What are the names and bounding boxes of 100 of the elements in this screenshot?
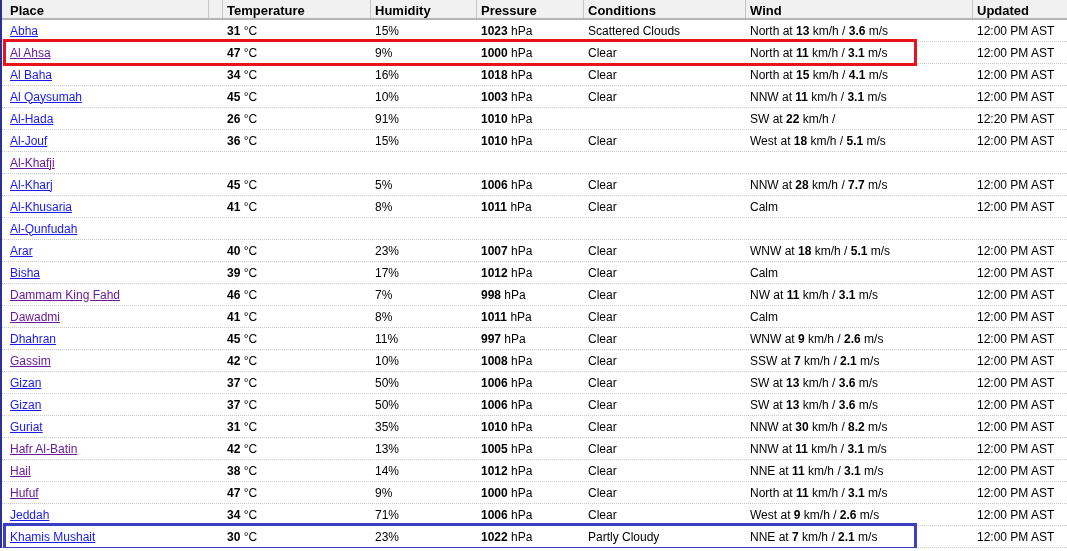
- humidity-cell-text: 8%: [374, 199, 394, 214]
- updated-cell-text: 12:00 PM AST: [976, 485, 1056, 500]
- temperature-cell-text: 26 °C: [226, 111, 259, 126]
- place-link[interactable]: Gassim: [10, 353, 51, 368]
- updated-cell-text: 12:00 PM AST: [976, 89, 1056, 104]
- pressure-cell-text: 1005 hPa: [480, 441, 534, 456]
- place-link[interactable]: Al-Khafji: [10, 155, 55, 170]
- temperature-cell-text: 34 °C: [226, 507, 259, 522]
- wind-cell-text: WNW at 18 km/h / 5.1 m/s: [749, 243, 892, 258]
- temperature-cell-text: 37 °C: [226, 397, 259, 412]
- updated-cell-text: 12:00 PM AST: [976, 177, 1056, 192]
- place-link[interactable]: Bisha: [10, 265, 41, 280]
- humidity-cell-text: 9%: [374, 485, 394, 500]
- place-link[interactable]: Al-Kharj: [10, 177, 53, 192]
- updated-cell-text: 12:00 PM AST: [976, 419, 1056, 434]
- wind-cell-text: Calm: [749, 199, 779, 214]
- humidity-cell-text: 13%: [374, 441, 401, 456]
- place-link[interactable]: Hail: [10, 463, 31, 478]
- updated-cell-text: 12:00 PM AST: [976, 243, 1056, 258]
- updated-cell-text: 12:00 PM AST: [976, 45, 1056, 60]
- column-header: Place: [2, 0, 209, 18]
- temperature-cell-text: 46 °C: [226, 287, 259, 302]
- pressure-cell-text: 997 hPa: [480, 331, 527, 346]
- humidity-cell-text: 10%: [374, 353, 401, 368]
- wind-cell-text: NNW at 28 km/h / 7.7 m/s: [749, 177, 889, 192]
- pressure-cell-text: 1006 hPa: [480, 507, 534, 522]
- conditions-cell-text: Clear: [587, 265, 618, 280]
- temperature-cell-text: 38 °C: [226, 463, 259, 478]
- pressure-cell-text: 1006 hPa: [480, 397, 534, 412]
- humidity-cell-text: 11%: [374, 331, 400, 346]
- wind-cell-text: SW at 13 km/h / 3.6 m/s: [749, 375, 880, 390]
- place-link[interactable]: Khamis Mushait: [10, 529, 96, 544]
- conditions-cell-text: Clear: [587, 309, 618, 324]
- place-link[interactable]: Al-Qunfudah: [10, 221, 78, 236]
- wind-cell-text: SW at 22 km/h /: [749, 111, 837, 126]
- place-link[interactable]: Gizan: [10, 375, 42, 390]
- wind-cell-text: NW at 11 km/h / 3.1 m/s: [749, 287, 880, 302]
- temperature-cell-text: 30 °C: [226, 529, 259, 544]
- pressure-cell-text: 1012 hPa: [480, 463, 534, 478]
- column-header: Humidity: [371, 0, 477, 18]
- place-link[interactable]: Al Qaysumah: [10, 89, 83, 104]
- temperature-cell-text: 42 °C: [226, 353, 259, 368]
- conditions-cell-text: Clear: [587, 67, 618, 82]
- temperature-cell-text: 34 °C: [226, 67, 259, 82]
- place-link[interactable]: Al Baha: [10, 67, 53, 82]
- updated-cell-text: 12:00 PM AST: [976, 67, 1056, 82]
- temperature-cell-text: 39 °C: [226, 265, 259, 280]
- updated-cell-text: 12:00 PM AST: [976, 287, 1056, 302]
- updated-cell-text: 12:00 PM AST: [976, 441, 1056, 456]
- column-header: Wind: [746, 0, 973, 18]
- place-link[interactable]: Guriat: [10, 419, 43, 434]
- wind-cell-text: SW at 13 km/h / 3.6 m/s: [749, 397, 880, 412]
- conditions-cell-text: Clear: [587, 89, 618, 104]
- place-link[interactable]: Al-Jouf: [10, 133, 48, 148]
- updated-cell-text: 12:00 PM AST: [976, 507, 1056, 522]
- temperature-cell-text: 42 °C: [226, 441, 259, 456]
- pressure-cell-text: 1011 hPa: [480, 199, 533, 214]
- conditions-cell-text: Clear: [587, 243, 618, 258]
- temperature-cell-text: 31 °C: [226, 419, 259, 434]
- humidity-cell-text: 23%: [374, 529, 401, 544]
- place-link[interactable]: Dhahran: [10, 331, 57, 346]
- place-link[interactable]: Hufuf: [10, 485, 39, 500]
- humidity-cell-text: 91%: [374, 111, 401, 126]
- wind-cell-text: SSW at 7 km/h / 2.1 m/s: [749, 353, 881, 368]
- humidity-cell-text: 35%: [374, 419, 401, 434]
- temperature-cell-text: 37 °C: [226, 375, 259, 390]
- conditions-cell-text: Scattered Clouds: [587, 23, 682, 38]
- place-link[interactable]: Al-Khusaria: [10, 199, 73, 214]
- temperature-cell-text: 47 °C: [226, 45, 259, 60]
- wind-cell-text: Calm: [749, 309, 779, 324]
- temperature-cell-text: 41 °C: [226, 309, 259, 324]
- place-link[interactable]: Dammam King Fahd: [10, 287, 121, 302]
- updated-cell-text: 12:00 PM AST: [976, 529, 1056, 544]
- updated-cell-text: 12:00 PM AST: [976, 133, 1056, 148]
- updated-cell-text: 12:00 PM AST: [976, 309, 1056, 324]
- temperature-cell-text: 36 °C: [226, 133, 259, 148]
- conditions-cell-text: Clear: [587, 353, 618, 368]
- wind-cell-text: West at 18 km/h / 5.1 m/s: [749, 133, 887, 148]
- place-link[interactable]: Abha: [10, 23, 39, 38]
- humidity-cell-text: 5%: [374, 177, 394, 192]
- humidity-cell-text: 8%: [374, 309, 394, 324]
- place-link[interactable]: Hafr Al-Batin: [10, 441, 78, 456]
- place-link[interactable]: Al-Hada: [10, 111, 54, 126]
- place-link[interactable]: Gizan: [10, 397, 42, 412]
- wind-cell-text: NNE at 7 km/h / 2.1 m/s: [749, 529, 879, 544]
- column-header: Temperature: [223, 0, 371, 18]
- pressure-cell-text: 1010 hPa: [480, 111, 534, 126]
- place-link[interactable]: Arar: [10, 243, 33, 258]
- humidity-cell-text: 50%: [374, 397, 401, 412]
- place-link[interactable]: Dawadmi: [10, 309, 60, 324]
- column-header: Pressure: [477, 0, 584, 18]
- conditions-cell-text: Clear: [587, 287, 618, 302]
- place-link[interactable]: Al Ahsa: [10, 45, 51, 60]
- wind-cell-text: West at 9 km/h / 2.6 m/s: [749, 507, 881, 522]
- place-link[interactable]: Jeddah: [10, 507, 50, 522]
- pressure-cell-text: 1000 hPa: [480, 45, 534, 60]
- conditions-cell-text: Clear: [587, 199, 618, 214]
- wind-cell-text: North at 11 km/h / 3.1 m/s: [749, 485, 889, 500]
- updated-cell-text: 12:00 PM AST: [976, 353, 1056, 368]
- temperature-cell-text: 47 °C: [226, 485, 259, 500]
